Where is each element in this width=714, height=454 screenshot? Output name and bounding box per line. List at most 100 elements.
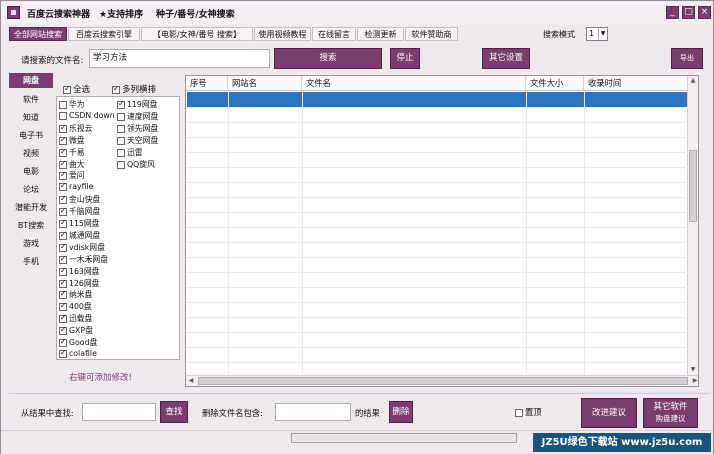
vertical-scrollbar[interactable]: ▲ ▼ (687, 76, 698, 375)
delete-button[interactable]: 删除 (389, 401, 413, 423)
tab-online-message[interactable]: 在线留言 (312, 27, 356, 41)
search-mode-select[interactable]: 1 ▼ (586, 27, 608, 41)
site-checkbox[interactable]: 千易 (59, 147, 85, 158)
site-checkbox[interactable]: Good盘 (59, 337, 97, 348)
check-all-checkbox[interactable]: 全选 (63, 83, 90, 95)
close-button[interactable]: × (698, 6, 711, 19)
site-checkbox[interactable]: 乐视云 (59, 123, 92, 134)
scroll-up-icon[interactable]: ▲ (688, 76, 698, 86)
category-video[interactable]: 视频 (9, 146, 53, 161)
other-software-button[interactable]: 其它软件 购盘建议 (643, 398, 698, 428)
tab-sponsor[interactable]: 软件赞助商 (405, 27, 458, 41)
find-input[interactable] (82, 403, 156, 421)
category-bt-search[interactable]: BT搜索 (9, 218, 53, 233)
category-movie[interactable]: 电影 (9, 164, 53, 179)
delete-input[interactable] (275, 403, 351, 421)
category-forum[interactable]: 论坛 (9, 182, 53, 197)
column-header-site[interactable]: 网站名 (228, 76, 302, 91)
site-checkbox[interactable]: 金山快盘 (59, 194, 100, 205)
category-software[interactable]: 软件 (9, 92, 53, 107)
site-checkbox[interactable]: 城通网盘 (59, 230, 100, 241)
column-header-filename[interactable]: 文件名 (302, 76, 526, 91)
category-potential[interactable]: 潜能开发 (9, 200, 53, 215)
search-button[interactable]: 搜索 (274, 48, 382, 69)
grid-row-line (187, 197, 688, 198)
find-button[interactable]: 查找 (160, 401, 188, 423)
site-checkbox[interactable]: CSDN down (59, 111, 115, 120)
vertical-scroll-thumb[interactable] (689, 150, 697, 222)
title-sort-note: ★支持排序 (99, 10, 144, 20)
improvement-suggestion-button[interactable]: 改进建议 (581, 398, 637, 428)
site-checkbox[interactable]: 163网盘 (59, 266, 99, 277)
site-checkbox[interactable]: 华为 (59, 99, 85, 110)
grid-row-line (187, 317, 688, 318)
site-checkbox[interactable]: 微盘 (59, 135, 85, 146)
category-netdisk[interactable]: 网盘 (9, 73, 53, 88)
checkbox-icon (59, 135, 67, 145)
selected-table-row[interactable] (187, 92, 688, 107)
horizontal-scroll-thumb[interactable] (198, 377, 688, 385)
site-checkbox[interactable]: 纳米盘 (59, 289, 92, 300)
grid-row-line (187, 137, 688, 138)
checkbox-icon (59, 242, 67, 252)
grid-row-line (187, 152, 688, 153)
grid-row-line (187, 287, 688, 288)
tab-baidu-engine[interactable]: 百度云搜索引擎 (68, 27, 140, 41)
bottom-toolbar: 从结果中查找: 查找 删除文件名包含: 的结果 删除 置顶 改进建议 其它软件 … (9, 393, 709, 429)
site-checkbox[interactable]: vdisk网盘 (59, 242, 105, 253)
site-checkbox[interactable]: 迅载盘 (59, 313, 92, 324)
site-label: 126网盘 (69, 278, 100, 288)
tab-video-tutorial[interactable]: 使用视频教程 (254, 27, 311, 41)
site-checkbox[interactable]: colafile (59, 348, 97, 358)
grid-row-line (187, 302, 688, 303)
search-input[interactable]: 学习方法 (89, 49, 270, 68)
multi-column-checkbox[interactable]: 多列横排 (112, 83, 156, 95)
chevron-down-icon: ▼ (598, 28, 607, 40)
site-checkbox[interactable]: 一木禾网盘 (59, 254, 108, 265)
grid-row-line (187, 182, 688, 183)
scroll-left-icon[interactable]: ◀ (186, 376, 196, 386)
column-header-time[interactable]: 收录时间 (584, 76, 688, 91)
checkbox-icon (59, 181, 67, 192)
column-header-size[interactable]: 文件大小 (526, 76, 584, 91)
pin-top-checkbox[interactable]: 置顶 (515, 406, 542, 418)
site-checkbox[interactable]: 115网盘 (59, 218, 99, 229)
site-checkbox[interactable]: 爱问 (59, 170, 85, 181)
category-mobile[interactable]: 手机 (9, 254, 53, 269)
results-table: 序号 网站名 文件名 文件大小 收录时间 ▲ ▼ ◀ ▶ (185, 75, 699, 387)
export-excel-button[interactable]: 导出excel (671, 48, 703, 81)
site-checkbox[interactable]: 天空网盘 (117, 135, 158, 146)
site-label: rayfile (69, 182, 94, 192)
column-header-index[interactable]: 序号 (186, 76, 228, 91)
other-settings-button[interactable]: 其它设置 (482, 48, 530, 69)
site-label: 微盘 (69, 135, 85, 145)
category-ebook[interactable]: 电子书 (9, 128, 53, 143)
site-checkbox[interactable]: 400盘 (59, 301, 92, 312)
maximize-button[interactable]: □ (682, 6, 695, 19)
minimize-button[interactable]: _ (666, 6, 679, 19)
site-checkbox[interactable]: 曲大 (59, 159, 85, 170)
site-checkbox[interactable]: QQ旋风 (117, 159, 155, 170)
grid-row-line (187, 332, 688, 333)
site-label: 领先网盘 (127, 123, 159, 133)
site-checkbox[interactable]: GXP盘 (59, 325, 93, 336)
site-checkbox[interactable]: 领先网盘 (117, 123, 158, 134)
checkbox-icon (59, 337, 67, 347)
scroll-down-icon[interactable]: ▼ (688, 365, 698, 375)
category-knowledge[interactable]: 知道 (9, 110, 53, 125)
site-checkbox[interactable]: 126网盘 (59, 278, 99, 289)
stop-button[interactable]: 停止 (390, 48, 420, 69)
site-checkbox[interactable]: rayfile (59, 181, 94, 192)
site-label: 天空网盘 (127, 135, 159, 145)
tab-movie-search[interactable]: 【电影/女神/番号 搜索】 (141, 27, 253, 41)
site-checkbox[interactable]: 千脑网盘 (59, 206, 100, 217)
tab-check-update[interactable]: 检测更新 (357, 27, 404, 41)
scroll-right-icon[interactable]: ▶ (690, 376, 698, 386)
category-game[interactable]: 游戏 (9, 236, 53, 251)
tab-all-sites[interactable]: 全部网站搜索 (9, 27, 67, 41)
site-checkbox[interactable]: 119网盘 (117, 99, 157, 110)
title-search-note: 种子/番号/女神搜索 (156, 10, 235, 20)
site-checkbox[interactable]: 迅雷 (117, 147, 143, 158)
site-checkbox[interactable]: 速度网盘 (117, 111, 158, 122)
horizontal-scrollbar[interactable]: ◀ ▶ (186, 375, 698, 386)
